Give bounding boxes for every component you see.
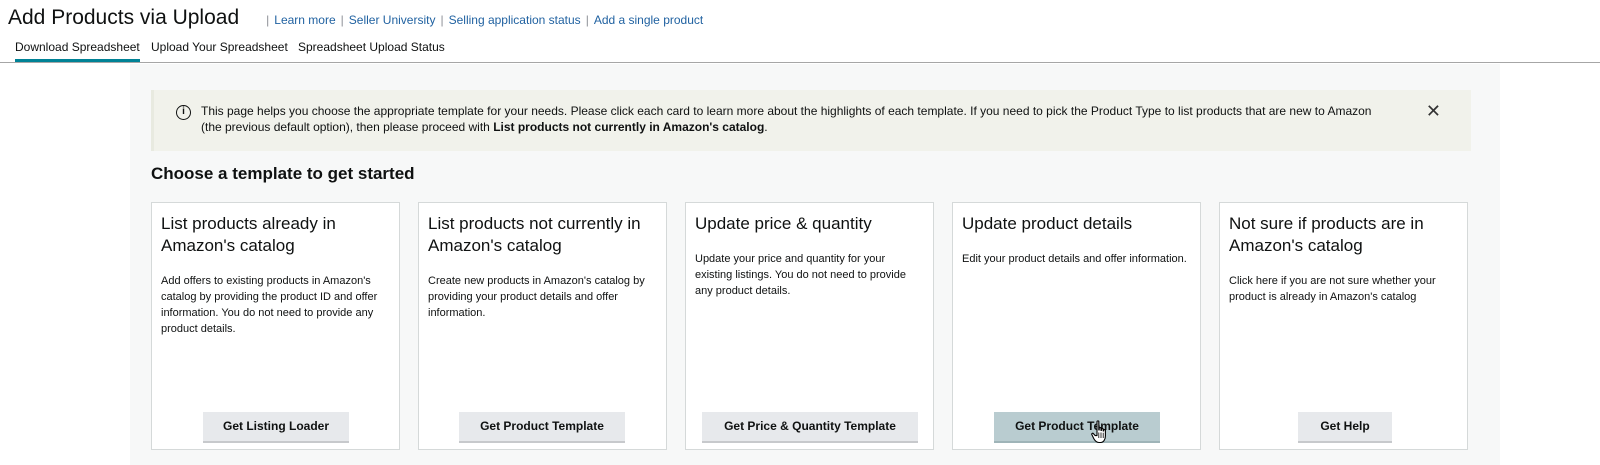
info-icon: i — [176, 105, 191, 120]
seller-university-link[interactable]: Seller University — [349, 13, 436, 27]
card-not-sure-in-catalog[interactable]: Not sure if products are in Amazon's cat… — [1219, 202, 1468, 450]
info-alert: i This page helps you choose the appropr… — [151, 90, 1471, 151]
card-description: Update your price and quantity for your … — [695, 253, 906, 297]
alert-bold-text: List products not currently in Amazon's … — [493, 120, 765, 134]
add-single-product-link[interactable]: Add a single product — [594, 13, 703, 27]
card-description: Create new products in Amazon's catalog … — [428, 275, 645, 319]
card-title: Not sure if products are in Amazon's cat… — [1229, 214, 1424, 255]
card-update-price-quantity[interactable]: Update price & quantity Update your pric… — [685, 202, 934, 450]
tab-download-spreadsheet[interactable]: Download Spreadsheet — [15, 40, 140, 62]
get-price-quantity-template-button[interactable]: Get Price & Quantity Template — [702, 412, 918, 443]
tab-upload-your-spreadsheet[interactable]: Upload Your Spreadsheet — [151, 40, 288, 54]
card-update-product-details[interactable]: Update product details Edit your product… — [952, 202, 1201, 450]
card-description: Edit your product details and offer info… — [962, 253, 1187, 265]
hand-pointer-icon — [1091, 420, 1106, 444]
card-title: Update product details — [962, 214, 1133, 233]
page-title: Add Products via Upload — [8, 6, 240, 29]
selling-application-status-link[interactable]: Selling application status — [449, 13, 581, 27]
learn-more-link[interactable]: Learn more — [274, 13, 335, 27]
page-header: Add Products via Upload | Learn more | S… — [8, 4, 703, 32]
tab-bar: Download Spreadsheet Upload Your Spreads… — [0, 36, 1600, 63]
card-description: Add offers to existing products in Amazo… — [161, 275, 378, 335]
get-help-button[interactable]: Get Help — [1298, 412, 1392, 443]
get-product-template-button[interactable]: Get Product Template — [459, 412, 625, 443]
card-list-existing-products[interactable]: List products already in Amazon's catalo… — [151, 202, 400, 450]
close-icon[interactable]: ✕ — [1426, 101, 1441, 121]
card-title: List products not currently in Amazon's … — [428, 214, 641, 255]
alert-message: This page helps you choose the appropria… — [201, 104, 1372, 134]
section-title: Choose a template to get started — [151, 164, 415, 183]
get-product-template-details-button[interactable]: Get Product Template — [994, 412, 1160, 443]
get-listing-loader-button[interactable]: Get Listing Loader — [203, 412, 349, 443]
header-links: | Learn more | Seller University | Selli… — [266, 12, 704, 27]
card-title: List products already in Amazon's catalo… — [161, 214, 336, 255]
tab-spreadsheet-upload-status[interactable]: Spreadsheet Upload Status — [298, 40, 445, 54]
card-description: Click here if you are not sure whether y… — [1229, 275, 1436, 303]
card-list-new-products[interactable]: List products not currently in Amazon's … — [418, 202, 667, 450]
card-title: Update price & quantity — [695, 214, 872, 233]
